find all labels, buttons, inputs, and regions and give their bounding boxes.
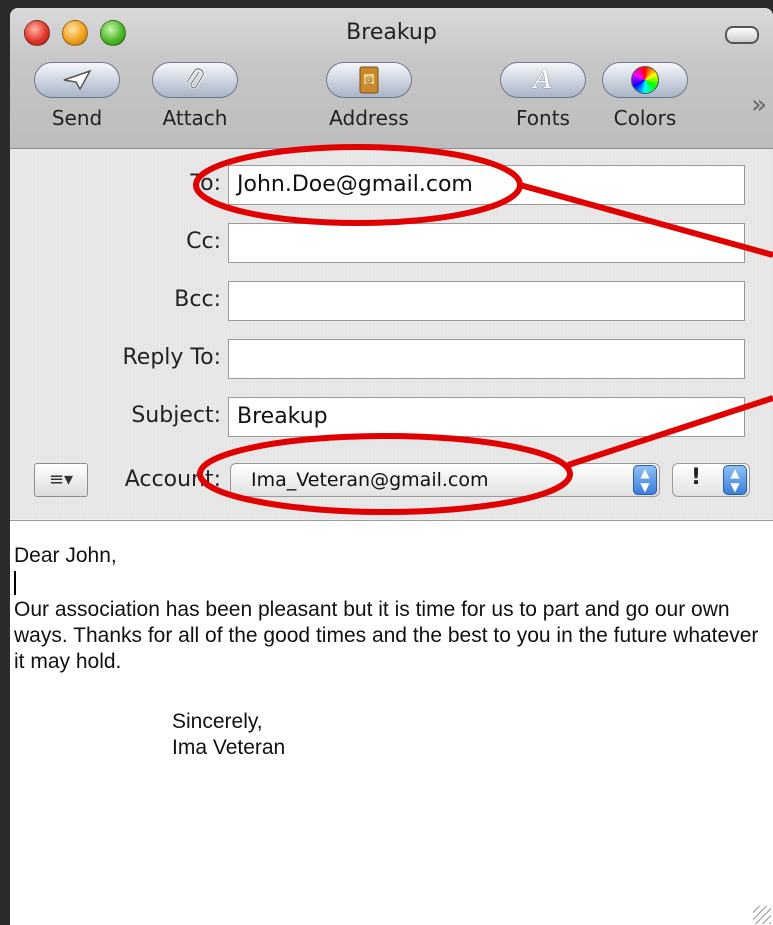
- title-toolbar: Breakup Send Attach @ Address A Fonts Co…: [10, 8, 773, 149]
- message-body[interactable]: Dear John, Our association has been plea…: [10, 520, 773, 925]
- header-fields: To: John.Doe@gmail.com Cc: Bcc: Reply To…: [10, 149, 773, 519]
- attach-label: Attach: [162, 106, 228, 130]
- closing-text: Sincerely,: [172, 710, 263, 733]
- priority-stepper-icon: ▲ ▼: [723, 465, 747, 495]
- reply-to-label: Reply To:: [122, 345, 222, 370]
- window-title: Breakup: [346, 20, 437, 45]
- account-stepper-icon: ▲ ▼: [633, 465, 657, 495]
- toolbar-overflow-icon[interactable]: »: [751, 90, 767, 120]
- subject-field[interactable]: Breakup: [228, 397, 745, 437]
- send-button[interactable]: Send: [34, 62, 120, 130]
- cc-row: Cc:: [10, 223, 773, 265]
- greeting-text: Dear John,: [14, 544, 117, 567]
- subject-label: Subject:: [131, 403, 221, 428]
- address-label: Address: [329, 106, 409, 130]
- reply-to-field[interactable]: [228, 339, 745, 379]
- to-field[interactable]: John.Doe@gmail.com: [228, 165, 745, 205]
- color-wheel-icon: [602, 62, 688, 98]
- fonts-label: Fonts: [516, 106, 570, 130]
- bcc-field[interactable]: [228, 281, 745, 321]
- account-row: ≡▾ Account: Ima_Veteran@gmail.com ▲ ▼ ! ▲…: [10, 457, 773, 501]
- colors-button[interactable]: Colors: [602, 62, 688, 130]
- body-paragraph: Our association has been pleasant but it…: [14, 598, 759, 673]
- format-menu-button[interactable]: ≡▾: [34, 463, 88, 497]
- account-label: Account:: [124, 467, 221, 492]
- address-book-icon: @: [326, 62, 412, 98]
- send-icon: [34, 62, 120, 98]
- priority-value: !: [691, 465, 702, 490]
- to-label: To:: [190, 171, 221, 196]
- cc-label: Cc:: [186, 229, 221, 254]
- reply-to-row: Reply To:: [10, 339, 773, 381]
- bcc-row: Bcc:: [10, 281, 773, 323]
- account-select[interactable]: Ima_Veteran@gmail.com ▲ ▼: [230, 463, 660, 497]
- account-value: Ima_Veteran@gmail.com: [251, 469, 489, 491]
- resize-grip-icon[interactable]: [753, 906, 771, 924]
- text-caret: [14, 571, 16, 595]
- bcc-label: Bcc:: [174, 287, 221, 312]
- address-button[interactable]: @ Address: [326, 62, 412, 130]
- signature-block: Sincerely, Ima Veteran: [172, 709, 285, 761]
- fonts-icon: A: [500, 62, 586, 98]
- colors-label: Colors: [613, 106, 677, 130]
- cc-field[interactable]: [228, 223, 745, 263]
- compose-window: Breakup Send Attach @ Address A Fonts Co…: [10, 8, 773, 925]
- send-label: Send: [51, 106, 103, 130]
- fonts-button[interactable]: A Fonts: [500, 62, 586, 130]
- to-row: To: John.Doe@gmail.com: [10, 165, 773, 207]
- svg-text:@: @: [365, 75, 373, 84]
- paperclip-icon: [152, 62, 238, 98]
- subject-row: Subject: Breakup: [10, 397, 773, 439]
- toolbar-toggle-button[interactable]: [725, 26, 759, 44]
- signature-name: Ima Veteran: [172, 736, 286, 759]
- priority-select[interactable]: ! ▲ ▼: [672, 463, 750, 497]
- attach-button[interactable]: Attach: [152, 62, 238, 130]
